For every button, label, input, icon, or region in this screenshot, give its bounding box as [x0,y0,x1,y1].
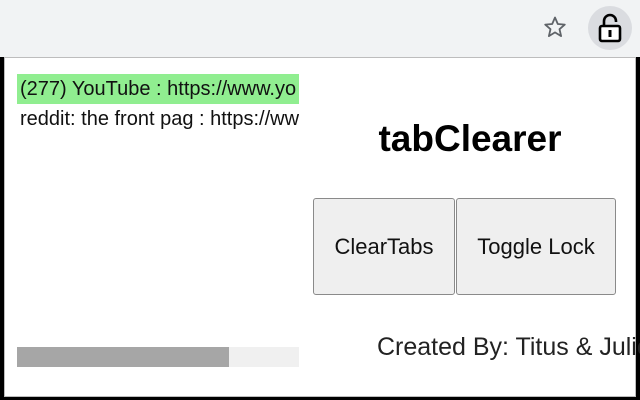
scrollbar-thumb[interactable] [17,347,229,367]
tab-list-item[interactable]: reddit: the front pag : https://ww [17,104,299,134]
lock-open-icon [598,13,622,43]
credits-text: Created By: Titus & Julio [377,333,640,361]
clear-tabs-button[interactable]: ClearTabs [313,198,455,295]
star-icon [544,16,566,37]
bookmark-star-button[interactable] [538,10,572,44]
horizontal-scrollbar[interactable] [17,347,299,367]
tab-list: (277) YouTube : https://www.yo reddit: t… [17,74,299,374]
toggle-lock-button[interactable]: Toggle Lock [456,198,616,295]
extension-popup: (277) YouTube : https://www.yo reddit: t… [4,57,640,397]
extension-button[interactable] [588,6,632,50]
tab-list-item[interactable]: (277) YouTube : https://www.yo [17,74,299,104]
app-title: tabClearer [378,118,562,159]
browser-toolbar [0,0,640,57]
